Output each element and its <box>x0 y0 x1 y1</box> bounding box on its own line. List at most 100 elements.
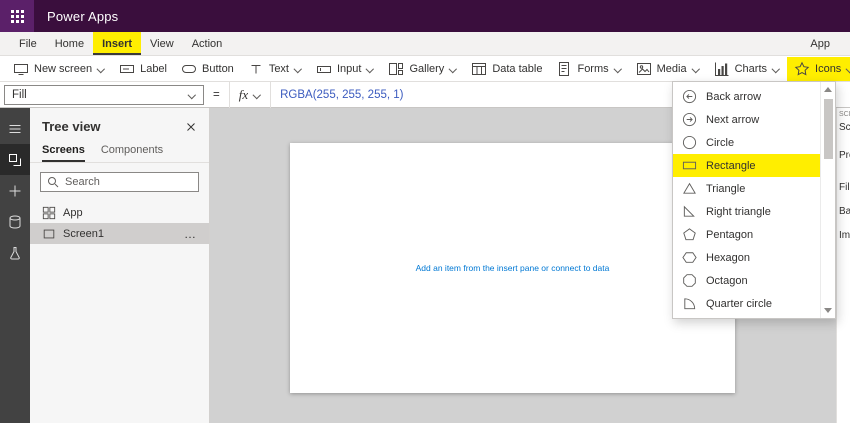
hamburger-menu-icon <box>7 121 23 137</box>
formula-text: RGBA(255, 255, 255, 1) <box>280 88 404 101</box>
property-selector[interactable]: Fill <box>4 84 204 105</box>
menu-item-right-triangle[interactable]: Right triangle <box>673 200 820 223</box>
media-icon <box>636 61 652 77</box>
chevron-down-icon <box>846 65 850 73</box>
menu-item-app[interactable]: App <box>800 32 840 55</box>
chevron-down-icon <box>253 91 261 99</box>
fx-button[interactable]: fx <box>228 81 272 108</box>
properties-panel-label: Prope <box>839 150 850 161</box>
toolbar-item-button[interactable]: Button <box>174 57 241 81</box>
toolbar-item-media[interactable]: Media <box>629 57 707 81</box>
menu-item-pentagon[interactable]: Pentagon <box>673 223 820 246</box>
toolbar-item-label: Data table <box>492 62 543 75</box>
toolbar-item-charts[interactable]: Charts <box>707 57 787 81</box>
rail-item-menu[interactable] <box>0 113 30 144</box>
scroll-up-icon[interactable] <box>824 87 832 92</box>
menu-item-triangle[interactable]: Triangle <box>673 177 820 200</box>
menu-item-rectangle[interactable]: Rectangle <box>673 154 820 177</box>
toolbar-item-label: Input <box>337 62 362 75</box>
menu-item-file[interactable]: File <box>10 32 46 55</box>
back-arrow-icon <box>682 89 697 104</box>
toolbar-item-label: Icons <box>815 62 842 75</box>
menu-item-quarter-circle[interactable]: Quarter circle <box>673 292 820 315</box>
app-title: Power Apps <box>47 8 119 24</box>
tree-item-app[interactable]: App <box>30 202 209 223</box>
menu-bar: File Home Insert View Action App <box>0 32 850 56</box>
toolbar-item-label: Label <box>140 62 167 75</box>
toolbar-item-label: Media <box>656 62 687 75</box>
properties-panel-label: Scree <box>839 122 850 133</box>
pentagon-icon <box>682 227 697 242</box>
property-selector-value: Fill <box>12 88 27 101</box>
tab-screens[interactable]: Screens <box>42 141 85 162</box>
toolbar-item-label: Charts <box>734 62 768 75</box>
new-screen-icon <box>13 61 29 77</box>
forms-icon <box>556 61 572 77</box>
tree-list: App Screen1 … <box>30 202 209 244</box>
tab-components[interactable]: Components <box>101 141 163 162</box>
more-options-icon[interactable]: … <box>184 227 197 241</box>
menu-item-home[interactable]: Home <box>46 32 93 55</box>
next-arrow-icon <box>682 112 697 127</box>
tree-item-screen1[interactable]: Screen1 … <box>30 223 209 244</box>
icons-dropdown-menu: Back arrow Next arrow Circle Rectangle T… <box>672 81 836 319</box>
menu-item-label: Octagon <box>706 274 748 287</box>
menu-item-label: Quarter circle <box>706 297 773 310</box>
search-box[interactable] <box>40 172 199 192</box>
text-icon <box>248 61 264 77</box>
chevron-down-icon <box>449 65 457 73</box>
dropdown-scrollbar[interactable] <box>820 82 835 318</box>
menu-item-insert[interactable]: Insert <box>93 32 142 55</box>
toolbar-item-label: Button <box>202 62 234 75</box>
chevron-down-icon <box>692 65 700 73</box>
powerapps-studio: Power Apps File Home Insert View Action … <box>0 0 850 423</box>
search-input[interactable] <box>65 176 192 188</box>
insert-toolbar: New screen Label Button Text Input Galle… <box>0 56 850 82</box>
icons-dropdown-list: Back arrow Next arrow Circle Rectangle T… <box>673 82 820 318</box>
toolbar-item-icons[interactable]: Icons <box>787 56 850 81</box>
menu-item-next-arrow[interactable]: Next arrow <box>673 108 820 131</box>
tree-view-title: Tree view <box>42 119 101 134</box>
menu-item-label: Rectangle <box>706 159 756 172</box>
rail-item-tree-view[interactable] <box>0 144 30 175</box>
screen-artboard[interactable]: Add an item from the insert pane or conn… <box>290 143 735 393</box>
menu-item-octagon[interactable]: Octagon <box>673 269 820 292</box>
toolbar-item-gallery[interactable]: Gallery <box>381 57 464 81</box>
equals-sign: = <box>213 88 220 101</box>
toolbar-item-label: Text <box>268 62 289 75</box>
toolbar-item-text[interactable]: Text <box>241 57 309 81</box>
chevron-down-icon <box>97 65 105 73</box>
menu-item-action[interactable]: Action <box>183 32 232 55</box>
menu-item-label: Right triangle <box>706 205 771 218</box>
rail-item-advanced-tools[interactable] <box>0 237 30 268</box>
close-icon[interactable] <box>185 121 197 133</box>
chevron-down-icon <box>188 91 196 99</box>
toolbar-item-input[interactable]: Input <box>309 57 381 81</box>
toolbar-item-forms[interactable]: Forms <box>549 57 628 81</box>
tree-view-tabs: Screens Components <box>30 141 209 163</box>
toolbar-item-data-table[interactable]: Data table <box>464 57 549 81</box>
scrollbar-thumb[interactable] <box>823 99 833 159</box>
canvas-empty-message: Add an item from the insert pane or conn… <box>415 263 610 273</box>
toolbar-item-label: Gallery <box>409 62 445 75</box>
rail-item-data-sources[interactable] <box>0 206 30 237</box>
label-icon <box>119 61 135 77</box>
quarter-circle-icon <box>682 296 697 311</box>
toolbar-item-label[interactable]: Label <box>112 57 174 81</box>
properties-panel-label: Imag <box>839 230 850 241</box>
menu-item-label: Hexagon <box>706 251 751 264</box>
rail-item-add[interactable] <box>0 175 30 206</box>
toolbar-item-new-screen[interactable]: New screen <box>6 57 112 81</box>
menu-item-circle[interactable]: Circle <box>673 131 820 154</box>
app-launcher-button[interactable] <box>0 0 34 32</box>
icons-icon <box>794 61 810 77</box>
menu-item-hexagon[interactable]: Hexagon <box>673 246 820 269</box>
fx-label: fx <box>238 86 249 102</box>
chevron-down-icon <box>294 65 302 73</box>
left-rail <box>0 108 30 423</box>
menu-item-back-arrow[interactable]: Back arrow <box>673 85 820 108</box>
properties-panel-label: Fill <box>839 182 850 193</box>
menu-item-view[interactable]: View <box>141 32 183 55</box>
tree-view-header: Tree view <box>30 108 209 141</box>
scroll-down-icon[interactable] <box>824 308 832 313</box>
